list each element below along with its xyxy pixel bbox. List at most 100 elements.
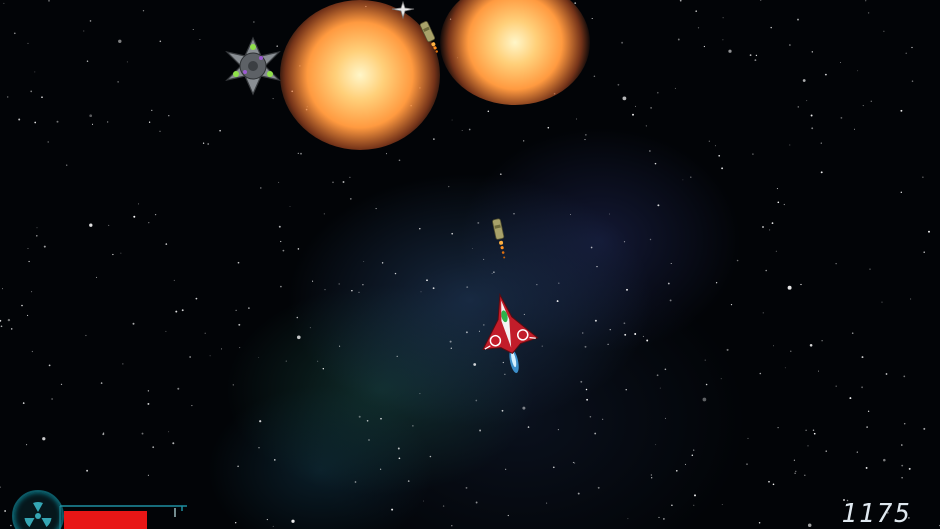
star <box>693 504 695 506</box>
star <box>354 481 357 483</box>
star <box>679 0 682 2</box>
star <box>375 208 377 210</box>
star <box>36 227 38 229</box>
star <box>586 398 588 401</box>
star <box>118 39 122 44</box>
star <box>783 203 785 206</box>
star <box>89 114 93 118</box>
star <box>697 27 700 29</box>
star <box>342 181 345 183</box>
star <box>85 334 87 337</box>
star <box>901 464 904 467</box>
star <box>746 463 748 466</box>
star <box>903 422 906 425</box>
star <box>31 291 33 293</box>
star <box>432 287 435 290</box>
star <box>451 525 453 527</box>
star <box>461 129 463 132</box>
star <box>862 105 864 107</box>
star <box>173 279 175 281</box>
star <box>856 451 858 453</box>
star <box>663 518 665 520</box>
star <box>349 176 351 178</box>
star <box>690 176 692 178</box>
star <box>396 355 398 358</box>
star <box>278 181 280 183</box>
star <box>758 522 761 524</box>
star <box>835 385 837 387</box>
star <box>793 459 796 461</box>
star <box>332 181 334 184</box>
star <box>483 258 485 260</box>
player-starfighter[interactable] <box>474 292 540 378</box>
star <box>159 130 161 132</box>
star <box>165 243 168 245</box>
star <box>102 432 105 434</box>
star <box>911 80 914 82</box>
star <box>18 118 21 121</box>
star <box>589 415 592 418</box>
star <box>718 154 721 157</box>
star <box>199 39 201 41</box>
star <box>635 105 637 107</box>
star <box>923 251 925 253</box>
star <box>883 30 885 32</box>
star <box>777 201 780 204</box>
star <box>752 153 754 155</box>
star <box>278 225 281 228</box>
star <box>219 129 221 132</box>
star <box>465 331 468 334</box>
star <box>655 444 657 446</box>
game-viewport[interactable]: 1175 <box>0 0 940 529</box>
star <box>865 466 868 469</box>
star <box>693 449 695 451</box>
star <box>789 144 791 146</box>
star <box>22 402 25 404</box>
star <box>557 429 559 431</box>
star <box>722 17 724 19</box>
star <box>142 10 145 12</box>
star <box>36 235 38 237</box>
star <box>820 142 822 144</box>
star <box>0 486 1 488</box>
star <box>338 283 340 285</box>
star <box>705 383 708 386</box>
star <box>289 206 291 207</box>
star <box>866 426 868 428</box>
star <box>594 432 597 435</box>
star <box>546 502 548 504</box>
star <box>238 323 241 326</box>
star <box>466 286 469 288</box>
homing-missile <box>419 21 438 53</box>
star <box>691 454 694 457</box>
star <box>175 310 178 313</box>
star <box>34 121 37 124</box>
star <box>148 121 151 123</box>
star <box>317 360 319 362</box>
star <box>349 198 352 200</box>
star <box>749 54 752 56</box>
star <box>3 2 5 4</box>
star <box>790 350 792 352</box>
star <box>908 467 911 470</box>
star <box>703 45 706 48</box>
star <box>911 46 913 49</box>
star <box>366 419 369 422</box>
star <box>322 368 324 370</box>
star <box>48 0 50 2</box>
star <box>107 121 109 123</box>
star <box>126 61 128 63</box>
star <box>426 279 428 282</box>
star <box>649 150 651 152</box>
star <box>775 250 777 252</box>
star <box>811 127 814 130</box>
star <box>147 474 149 476</box>
star <box>177 387 180 390</box>
star <box>667 282 670 285</box>
star <box>809 343 813 347</box>
star <box>448 185 450 188</box>
star <box>585 134 587 136</box>
star <box>207 143 210 145</box>
star <box>593 75 596 78</box>
star <box>132 322 135 325</box>
